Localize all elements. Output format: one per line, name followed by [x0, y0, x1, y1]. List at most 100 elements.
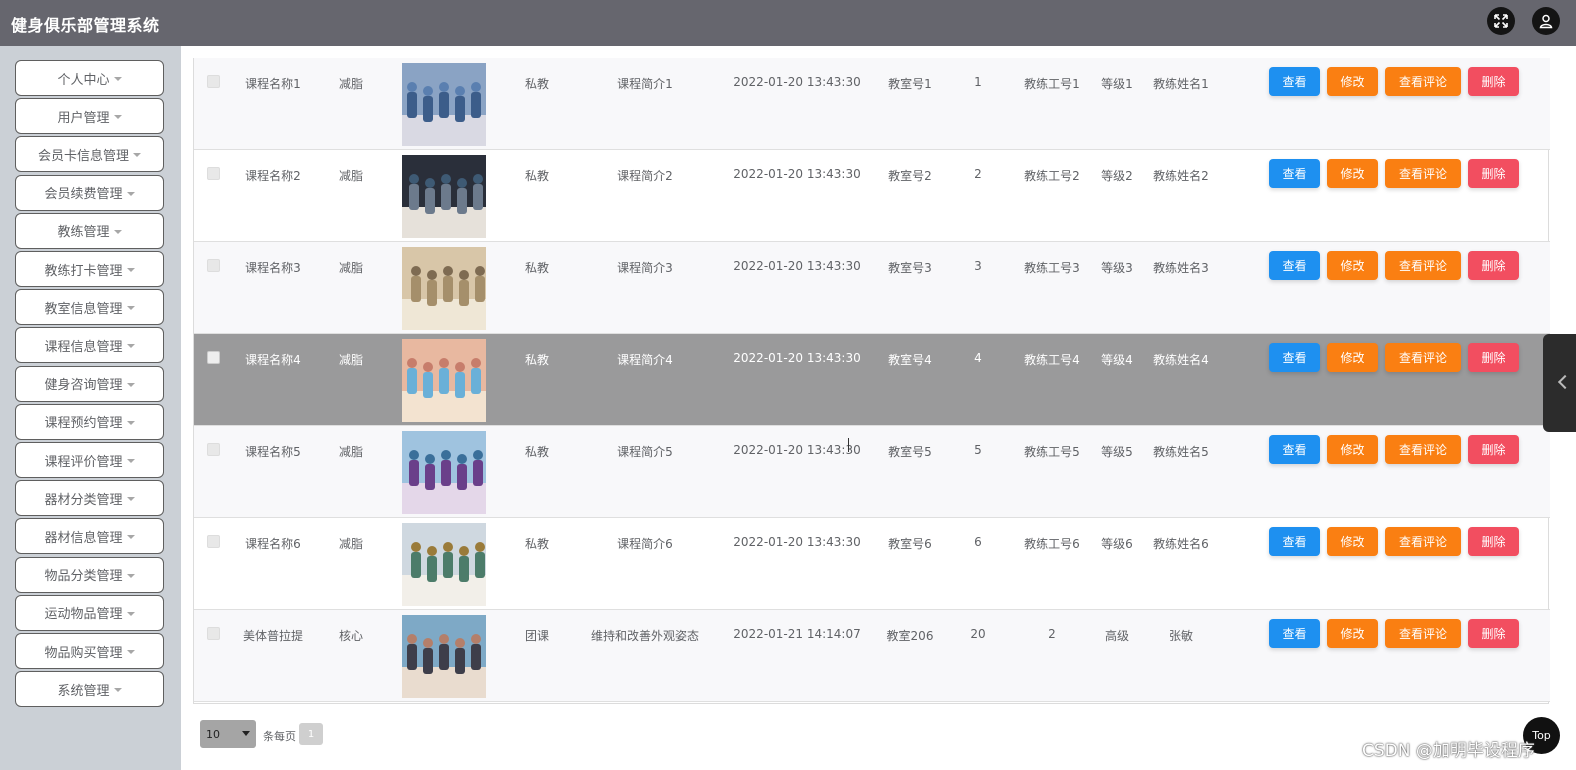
- course-count: 4: [974, 351, 982, 365]
- edit-button[interactable]: 修改: [1327, 343, 1378, 372]
- coach-level: 等级5: [1101, 445, 1133, 459]
- sidebar-item-label: 会员续费管理: [44, 187, 123, 203]
- user-icon[interactable]: [1532, 7, 1560, 35]
- course-category: 团课: [524, 629, 550, 643]
- view-reviews-button[interactable]: 查看评论: [1385, 343, 1461, 372]
- edit-button[interactable]: 修改: [1327, 251, 1378, 280]
- delete-button[interactable]: 删除: [1468, 527, 1519, 556]
- table-row[interactable]: 美体普拉提 核心 团课 维持和改善外观姿态 2022-01-21 14:14:07 教室2…: [194, 610, 1550, 702]
- per-page-label: 条每页: [263, 730, 296, 743]
- course-name: 美体普拉提: [242, 629, 304, 643]
- sidebar-item[interactable]: 健身咨询管理: [15, 365, 164, 402]
- course-count: 5: [974, 443, 982, 457]
- table-row[interactable]: 课程名称5 减脂 私教 课程简介5 2022-01-20 13:43:30 教室号5 5 教练…: [194, 426, 1550, 518]
- coach-name: 教练姓名4: [1153, 353, 1209, 367]
- chevron-left-icon: [1557, 374, 1573, 390]
- course-count: 3: [974, 259, 982, 273]
- app-title: 健身俱乐部管理系统: [11, 16, 160, 35]
- delete-button[interactable]: 删除: [1468, 67, 1519, 96]
- sidebar-item[interactable]: 器材分类管理: [15, 480, 164, 517]
- table-row[interactable]: 课程名称1 减脂 私教 课程简介1 2022-01-20 13:43:30 教室号1 1 教练…: [194, 58, 1550, 150]
- side-drawer-toggle[interactable]: [1543, 334, 1576, 432]
- edit-button[interactable]: 修改: [1327, 67, 1378, 96]
- edit-button[interactable]: 修改: [1327, 619, 1378, 648]
- coach-name: 教练姓名1: [1153, 77, 1209, 91]
- view-reviews-button[interactable]: 查看评论: [1385, 159, 1461, 188]
- row-checkbox[interactable]: [207, 259, 220, 272]
- row-checkbox[interactable]: [207, 167, 220, 180]
- view-button[interactable]: 查看: [1269, 343, 1320, 372]
- fullscreen-icon[interactable]: [1487, 7, 1515, 35]
- sidebar-item[interactable]: 教练打卡管理: [15, 251, 164, 287]
- delete-button[interactable]: 删除: [1468, 159, 1519, 188]
- sidebar-item[interactable]: 物品购买管理: [15, 633, 164, 669]
- caret-down-icon: [126, 611, 135, 616]
- sidebar-item-label: 课程评价管理: [44, 454, 123, 470]
- sidebar-item[interactable]: 运动物品管理: [15, 594, 164, 631]
- sidebar-item[interactable]: 课程预约管理: [15, 403, 164, 440]
- sidebar-item[interactable]: 课程评价管理: [15, 442, 164, 478]
- caret-down-icon: [113, 77, 122, 81]
- chevron-down-icon: [242, 731, 250, 736]
- view-button[interactable]: 查看: [1269, 67, 1320, 96]
- course-category: 私教: [524, 353, 550, 367]
- sidebar-item[interactable]: 物品分类管理: [15, 556, 164, 593]
- view-button[interactable]: 查看: [1269, 251, 1320, 280]
- sidebar-item[interactable]: 会员卡信息管理: [15, 136, 164, 173]
- caret-down-icon: [113, 229, 122, 234]
- table-row[interactable]: 课程名称3 减脂 私教 课程简介3 2022-01-20 13:43:30 教室号3 3 教练…: [194, 242, 1550, 334]
- row-checkbox[interactable]: [207, 627, 220, 640]
- course-intro: 课程简介2: [617, 169, 673, 183]
- delete-button[interactable]: 删除: [1468, 343, 1519, 372]
- view-reviews-button[interactable]: 查看评论: [1385, 619, 1461, 648]
- sidebar-item[interactable]: 会员续费管理: [15, 174, 164, 211]
- sidebar-item[interactable]: 教练管理: [15, 212, 164, 249]
- course-table: 课程名称1 减脂 私教 课程简介1 2022-01-20 13:43:30 教室号1 1 教练…: [193, 58, 1550, 704]
- page-size-value: 10: [206, 727, 220, 741]
- sidebar-item[interactable]: 器材信息管理: [15, 518, 164, 555]
- course-photo: [402, 247, 486, 330]
- view-reviews-button[interactable]: 查看评论: [1385, 527, 1461, 556]
- table-row[interactable]: 课程名称4 减脂 私教 课程简介4 2022-01-20 13:43:30 教室号4 4 教练…: [194, 334, 1550, 426]
- row-checkbox[interactable]: [207, 535, 220, 548]
- caret-down-icon: [126, 459, 135, 463]
- course-time: 2022-01-21 14:14:07: [733, 627, 861, 641]
- coach-number: 教练工号6: [1024, 537, 1080, 551]
- sidebar-item[interactable]: 课程信息管理: [15, 327, 164, 364]
- course-category: 私教: [524, 537, 550, 551]
- edit-button[interactable]: 修改: [1327, 435, 1378, 464]
- course-name: 课程名称2: [245, 169, 301, 183]
- page-number-button[interactable]: 1: [299, 723, 323, 745]
- caret-down-icon: [126, 268, 135, 272]
- view-reviews-button[interactable]: 查看评论: [1385, 251, 1461, 280]
- view-button[interactable]: 查看: [1269, 159, 1320, 188]
- delete-button[interactable]: 删除: [1468, 251, 1519, 280]
- delete-button[interactable]: 删除: [1468, 435, 1519, 464]
- caret-down-icon: [126, 650, 135, 654]
- view-reviews-button[interactable]: 查看评论: [1385, 67, 1461, 96]
- sidebar-item[interactable]: 系统管理: [15, 671, 164, 708]
- course-time: 2022-01-20 13:43:30: [733, 75, 861, 89]
- sidebar-item[interactable]: 教室信息管理: [15, 289, 164, 326]
- row-checkbox[interactable]: [207, 351, 220, 364]
- sidebar-item[interactable]: 个人中心: [15, 60, 164, 96]
- row-checkbox[interactable]: [207, 75, 220, 88]
- room-number: 教室206: [886, 629, 934, 643]
- page-size-select[interactable]: 10: [200, 720, 256, 748]
- view-button[interactable]: 查看: [1269, 435, 1320, 464]
- table-row[interactable]: 课程名称6 减脂 私教 课程简介6 2022-01-20 13:43:30 教室号6 6 教练…: [194, 518, 1550, 610]
- view-button[interactable]: 查看: [1269, 619, 1320, 648]
- sidebar-item-label: 运动物品管理: [44, 607, 123, 623]
- caret-down-icon: [113, 115, 122, 120]
- row-checkbox[interactable]: [207, 443, 220, 456]
- view-reviews-button[interactable]: 查看评论: [1385, 435, 1461, 464]
- edit-button[interactable]: 修改: [1327, 527, 1378, 556]
- sidebar-item[interactable]: 用户管理: [15, 98, 164, 135]
- table-row[interactable]: 课程名称2 减脂 私教 课程简介2 2022-01-20 13:43:30 教室号2 2 教练…: [194, 150, 1550, 242]
- delete-button[interactable]: 删除: [1468, 619, 1519, 648]
- coach-number: 教练工号4: [1024, 353, 1080, 367]
- view-button[interactable]: 查看: [1269, 527, 1320, 556]
- edit-button[interactable]: 修改: [1327, 159, 1378, 188]
- caret-down-icon: [133, 153, 141, 158]
- sidebar-item-label: 教室信息管理: [44, 301, 123, 317]
